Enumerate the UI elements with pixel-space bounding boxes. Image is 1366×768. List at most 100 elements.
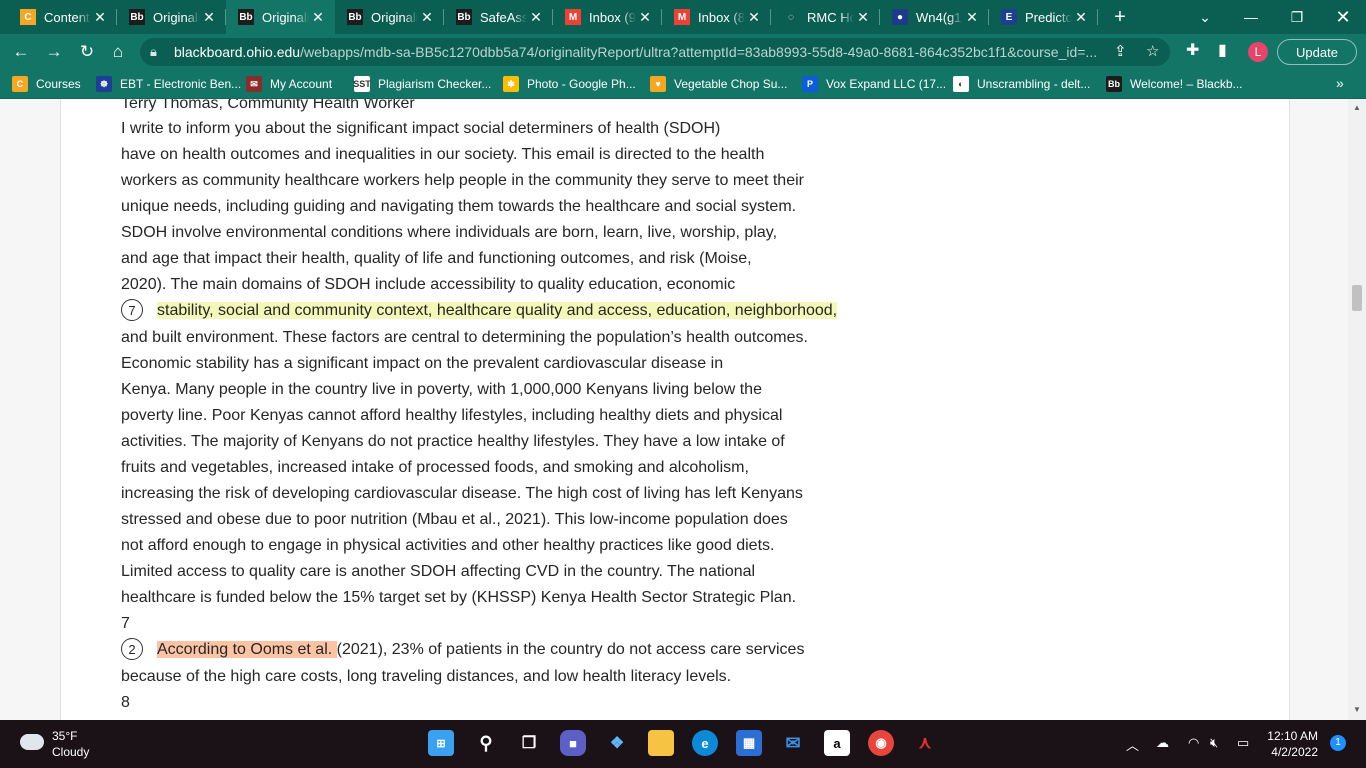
- line-text: workers as community healthcare workers …: [121, 172, 804, 189]
- scrollbar-thumb[interactable]: [1352, 285, 1362, 311]
- text-line: 2020). The main domains of SDOH include …: [121, 272, 921, 298]
- tab-favicon-icon: Bb: [347, 9, 363, 25]
- reload-icon[interactable]: ↻: [75, 40, 99, 64]
- tab-title: Inbox (8: [698, 9, 745, 25]
- bookmark-favicon-icon: ☸: [96, 76, 112, 92]
- mail-icon[interactable]: ✉: [780, 730, 806, 756]
- text-line: 2 According to Ooms et al. (2021), 23% of…: [121, 637, 921, 664]
- tab[interactable]: ● Wn4(g1 ✕: [880, 0, 989, 34]
- tab-close-icon[interactable]: ✕: [309, 9, 327, 26]
- bookmark-item[interactable]: P Vox Expand LLC (17...: [802, 75, 946, 93]
- tab[interactable]: Bb SafeAssign✕: [444, 0, 553, 34]
- bookmark-item[interactable]: ✉ My Account: [246, 75, 332, 93]
- matched-text-highlight[interactable]: stability, social and community context,…: [157, 302, 838, 319]
- bookmark-item[interactable]: ✱ Photo - Google Ph...: [503, 75, 636, 93]
- tab-title: Content: [44, 9, 90, 25]
- dropbox-icon[interactable]: ❖: [604, 730, 630, 756]
- tab-close-icon[interactable]: ✕: [200, 9, 218, 26]
- close-window-icon[interactable]: ✕: [1320, 0, 1366, 34]
- tab-favicon-icon: ◌: [783, 9, 799, 25]
- chrome-icon[interactable]: ◉: [868, 730, 894, 756]
- edge-icon[interactable]: e: [692, 730, 718, 756]
- update-button[interactable]: Update: [1277, 39, 1357, 65]
- text-line: 8: [121, 690, 921, 716]
- profile-avatar[interactable]: L: [1248, 42, 1268, 62]
- tab[interactable]: M Inbox (8 ✕: [662, 0, 771, 34]
- forward-icon[interactable]: →: [42, 40, 66, 64]
- tab[interactable]: Bb Originality✕: [335, 0, 444, 34]
- start-icon[interactable]: ⊞: [428, 730, 454, 756]
- bookmark-item[interactable]: ♥ Vegetable Chop Su...: [650, 75, 787, 93]
- bookmark-item[interactable]: C Courses: [12, 75, 81, 93]
- url-text[interactable]: blackboard.ohio.edu/webapps/mdb-sa-BB5c1…: [174, 44, 1097, 60]
- extensions-icon[interactable]: ✚: [1186, 40, 1199, 60]
- bookmark-favicon-icon: SST: [353, 76, 371, 92]
- bookmark-item[interactable]: ☸ EBT - Electronic Ben...: [96, 75, 241, 93]
- line-text: Kenya. Many people in the country live i…: [121, 381, 762, 398]
- line-text: (2021), 23% of patients in the country d…: [336, 641, 805, 658]
- temperature: 35°F: [52, 729, 78, 743]
- tab-close-icon[interactable]: ✕: [745, 9, 763, 26]
- restore-icon[interactable]: ❐: [1274, 0, 1320, 34]
- search-icon[interactable]: ⚲: [473, 730, 499, 756]
- scrollbar[interactable]: ▲ ▼: [1348, 99, 1366, 720]
- bookmark-favicon-icon: ✉: [246, 76, 262, 92]
- tab-close-icon[interactable]: ✕: [963, 9, 981, 26]
- file-explorer-icon[interactable]: [648, 730, 674, 756]
- share-icon[interactable]: ⇪: [1114, 42, 1127, 60]
- tab-close-icon[interactable]: ✕: [854, 9, 872, 26]
- scroll-down-icon[interactable]: ▼: [1353, 705, 1361, 714]
- scroll-up-icon[interactable]: ▲: [1353, 103, 1361, 112]
- tab-close-icon[interactable]: ✕: [527, 9, 545, 26]
- tab-close-icon[interactable]: ✕: [636, 9, 654, 26]
- tab-favicon-icon: Bb: [129, 9, 145, 25]
- bookmark-label: Vegetable Chop Su...: [674, 77, 788, 91]
- bookmark-star-icon[interactable]: ☆: [1146, 42, 1159, 60]
- teams-icon[interactable]: ■: [560, 730, 586, 756]
- back-icon[interactable]: ←: [9, 40, 33, 64]
- text-line: Limited access to quality care is anothe…: [121, 559, 921, 585]
- bookmark-item[interactable]: ◐ Unscrambling - delt...: [953, 75, 1090, 93]
- wifi-icon[interactable]: ◠: [1188, 735, 1199, 751]
- match-source-badge[interactable]: 2: [121, 637, 143, 660]
- text-line: Terry Thomas, Community Health Worker: [121, 99, 921, 116]
- matched-text-highlight[interactable]: According to Ooms et al.: [157, 641, 337, 658]
- text-line: not afford enough to engage in physical …: [121, 533, 921, 559]
- bookmark-label: Unscrambling - delt...: [977, 77, 1091, 91]
- bookmark-item[interactable]: Bb Welcome! – Blackb...: [1106, 75, 1243, 93]
- volume-muted-icon[interactable]: 🔇︎: [1210, 735, 1218, 751]
- tab-close-icon[interactable]: ✕: [91, 9, 109, 26]
- tab[interactable]: M Inbox (9 ✕: [553, 0, 662, 34]
- tab[interactable]: ◌ RMC Ho ✕: [771, 0, 880, 34]
- onedrive-icon[interactable]: ☁: [1156, 735, 1169, 751]
- store-icon[interactable]: ▦: [736, 730, 762, 756]
- line-text: stressed and obese due to poor nutrition…: [121, 511, 788, 528]
- task-view-icon[interactable]: ❐: [516, 730, 542, 756]
- address-bar[interactable]: 🔒︎ blackboard.ohio.edu/webapps/mdb-sa-BB…: [140, 38, 1170, 66]
- tab-close-icon[interactable]: ✕: [1072, 9, 1090, 26]
- tab[interactable]: E Predicto ✕: [989, 0, 1098, 34]
- tab-favicon-icon: E: [1001, 9, 1017, 25]
- bookmark-item[interactable]: SST Plagiarism Checker...: [353, 75, 491, 93]
- tab-title: Wn4(g1: [916, 9, 962, 25]
- line-text: Terry Thomas, Community Health Worker: [121, 99, 415, 112]
- tab[interactable]: Bb Originality✕: [117, 0, 226, 34]
- notification-badge[interactable]: 1: [1330, 735, 1346, 751]
- tab-search-icon[interactable]: ⌄: [1182, 0, 1228, 34]
- tab[interactable]: C Content ✕: [8, 0, 117, 34]
- new-tab-button[interactable]: +: [1108, 5, 1132, 29]
- tab-close-icon[interactable]: ✕: [418, 9, 436, 26]
- tab-strip: CContent✕BbOriginality✕BbOriginality✕BbO…: [0, 0, 1366, 34]
- home-icon[interactable]: ⌂: [106, 40, 130, 64]
- amazon-icon[interactable]: a: [824, 730, 850, 756]
- minimize-icon[interactable]: —: [1228, 0, 1274, 34]
- tray-chevron-icon[interactable]: ︿: [1126, 735, 1139, 754]
- tab[interactable]: Bb Originality✕: [226, 0, 335, 34]
- bookmarks-overflow-icon[interactable]: »: [1336, 75, 1344, 91]
- match-source-badge[interactable]: 7: [121, 298, 143, 321]
- side-panel-icon[interactable]: ▮: [1218, 40, 1227, 60]
- battery-icon[interactable]: ▭: [1237, 735, 1249, 751]
- clock[interactable]: 12:10 AM 4/2/2022: [1262, 728, 1318, 760]
- line-text: not afford enough to engage in physical …: [121, 537, 775, 554]
- acrobat-icon[interactable]: ⋏: [912, 730, 938, 756]
